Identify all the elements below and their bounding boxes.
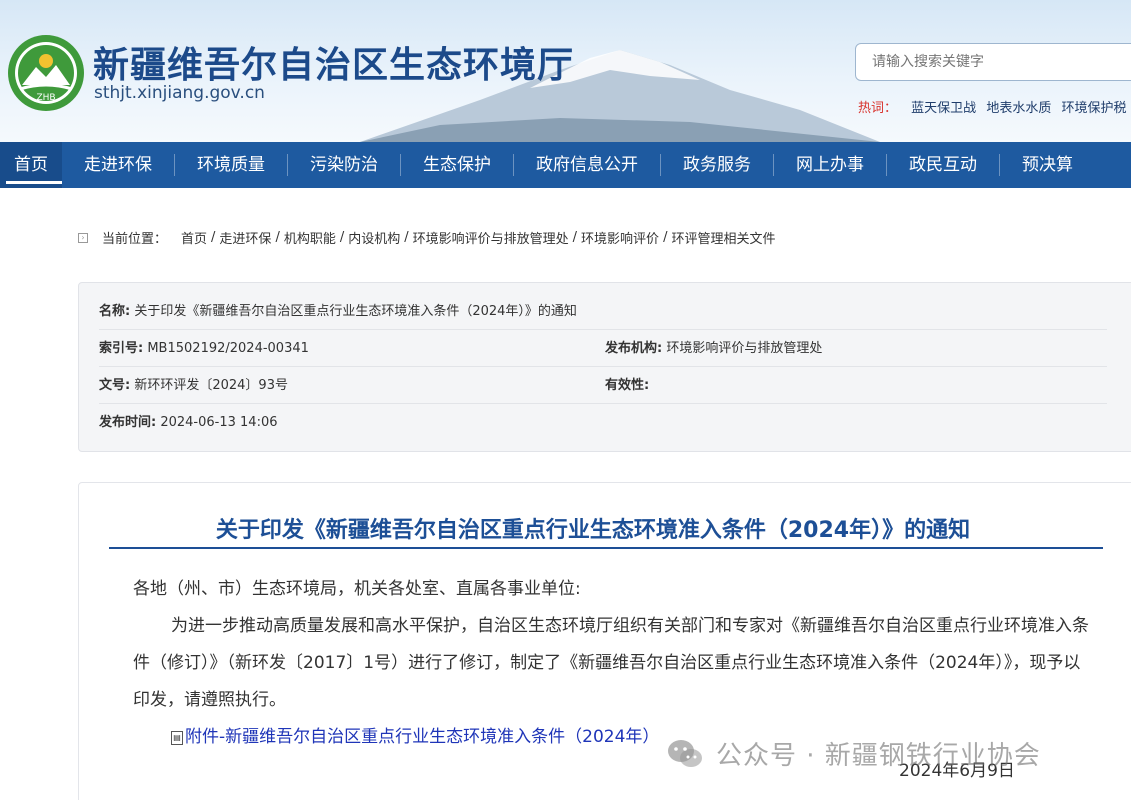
info-publisher-value: 环境影响评价与排放管理处: [666, 341, 823, 356]
breadcrumb-item[interactable]: 环境影响评价与排放管理处: [413, 228, 569, 247]
breadcrumb-separator: /: [404, 230, 409, 245]
breadcrumb-item[interactable]: 环境影响评价: [581, 228, 659, 247]
nav-item-interaction[interactable]: 政民互动: [887, 142, 999, 188]
breadcrumb-label: 当前位置：: [102, 232, 168, 247]
info-name-value: 关于印发《新疆维吾尔自治区重点行业生态环境准入条件（2024年）》的通知: [134, 304, 577, 319]
attachment-link[interactable]: 附件-新疆维吾尔自治区重点行业生态环境准入条件（2024年）: [185, 719, 659, 756]
breadcrumb: › 当前位置： 首页 / 走进环保 / 机构职能 / 内设机构 / 环境影响评价…: [78, 228, 775, 247]
search-input[interactable]: [855, 43, 1131, 81]
breadcrumb-separator: /: [275, 230, 280, 245]
info-docno-value: 新环环评发〔2024〕93号: [134, 378, 288, 393]
wechat-icon: [668, 739, 702, 767]
info-index-value: MB1502192/2024-00341: [147, 341, 309, 356]
nav-item-home[interactable]: 首页: [0, 142, 62, 188]
document-info-panel: 名称: 关于印发《新疆维吾尔自治区重点行业生态环境准入条件（2024年）》的通知…: [78, 282, 1131, 452]
nav-item-budget[interactable]: 预决算: [1000, 142, 1095, 188]
info-row: 文号: 新环环评发〔2024〕93号 有效性:: [99, 367, 1107, 404]
breadcrumb-item[interactable]: 机构职能: [284, 228, 336, 247]
document-icon: ▤: [171, 730, 183, 745]
info-row: 发布时间: 2024-06-13 14:06: [99, 404, 1107, 441]
nav-item-services[interactable]: 政务服务: [661, 142, 773, 188]
hotword-link[interactable]: 地表水水质: [986, 101, 1051, 116]
site-title: 新疆维吾尔自治区生态环境厅: [93, 44, 575, 86]
info-index-label: 索引号:: [99, 341, 144, 356]
wechat-watermark: 公众号 · 新疆钢铁行业协会: [666, 735, 1041, 772]
info-row: 索引号: MB1502192/2024-00341 发布机构: 环境影响评价与排…: [99, 330, 1107, 367]
article-title: 关于印发《新疆维吾尔自治区重点行业生态环境准入条件（2024年）》的通知: [215, 518, 971, 543]
info-publisher-label: 发布机构:: [605, 341, 663, 356]
breadcrumb-separator: /: [663, 230, 668, 245]
watermark-text: 公众号 · 新疆钢铁行业协会: [716, 741, 1041, 771]
breadcrumb-separator: /: [211, 230, 216, 245]
article-paragraph: 为进一步推动高质量发展和高水平保护，自治区生态环境厅组织有关部门和专家对《新疆维…: [133, 616, 1089, 710]
info-row: 名称: 关于印发《新疆维吾尔自治区重点行业生态环境准入条件（2024年）》的通知: [99, 293, 1107, 330]
info-index: 索引号: MB1502192/2024-00341: [99, 330, 309, 367]
info-publisher: 发布机构: 环境影响评价与排放管理处: [605, 330, 822, 367]
title-divider: [109, 547, 1103, 549]
info-time-label: 发布时间:: [99, 415, 157, 430]
info-validity: 有效性:: [605, 367, 649, 404]
site-domain: sthjt.xinjiang.gov.cn: [94, 83, 265, 103]
svg-text:ZHB: ZHB: [36, 93, 55, 103]
article-body: 各地（州、市）生态环境局，机关各处室、直属各事业单位: 为进一步推动高质量发展和…: [133, 571, 1093, 756]
main-nav: 首页 走进环保 环境质量 污染防治 生态保护 政府信息公开 政务服务 网上办事 …: [0, 142, 1131, 188]
breadcrumb-separator: /: [339, 230, 345, 245]
breadcrumb-item[interactable]: 走进环保: [219, 228, 271, 247]
hotwords-bar: 热词： 蓝天保卫战 地表水水质 环境保护税: [858, 97, 1131, 116]
nav-item-env-quality[interactable]: 环境质量: [175, 142, 287, 188]
nav-item-about[interactable]: 走进环保: [62, 142, 174, 188]
nav-item-gov-info[interactable]: 政府信息公开: [514, 142, 660, 188]
nav-item-ecology[interactable]: 生态保护: [401, 142, 513, 188]
breadcrumb-item[interactable]: 环评管理相关文件: [671, 228, 775, 247]
nav-item-pollution[interactable]: 污染防治: [288, 142, 400, 188]
info-docno: 文号: 新环环评发〔2024〕93号: [99, 367, 288, 404]
info-name: 名称: 关于印发《新疆维吾尔自治区重点行业生态环境准入条件（2024年）》的通知: [99, 293, 577, 330]
info-name-label: 名称:: [99, 304, 131, 319]
breadcrumb-item[interactable]: 内设机构: [348, 228, 400, 247]
nav-item-online[interactable]: 网上办事: [774, 142, 886, 188]
location-icon: ›: [78, 232, 88, 243]
breadcrumb-item[interactable]: 首页: [181, 228, 207, 247]
hotword-link[interactable]: 环境保护税: [1061, 101, 1126, 116]
logo-icon: ZHB: [8, 35, 84, 111]
info-docno-label: 文号:: [99, 378, 131, 393]
info-time: 发布时间: 2024-06-13 14:06: [99, 404, 278, 441]
info-validity-label: 有效性:: [605, 378, 650, 393]
info-time-value: 2024-06-13 14:06: [160, 415, 278, 430]
site-header: ZHB 新疆维吾尔自治区生态环境厅 sthjt.xinjiang.gov.cn …: [0, 0, 1131, 142]
hotwords-label: 热词：: [858, 101, 898, 116]
article-salutation: 各地（州、市）生态环境局，机关各处室、直属各事业单位:: [133, 579, 581, 599]
breadcrumb-separator: /: [572, 230, 578, 245]
hotword-link[interactable]: 蓝天保卫战: [911, 101, 976, 116]
